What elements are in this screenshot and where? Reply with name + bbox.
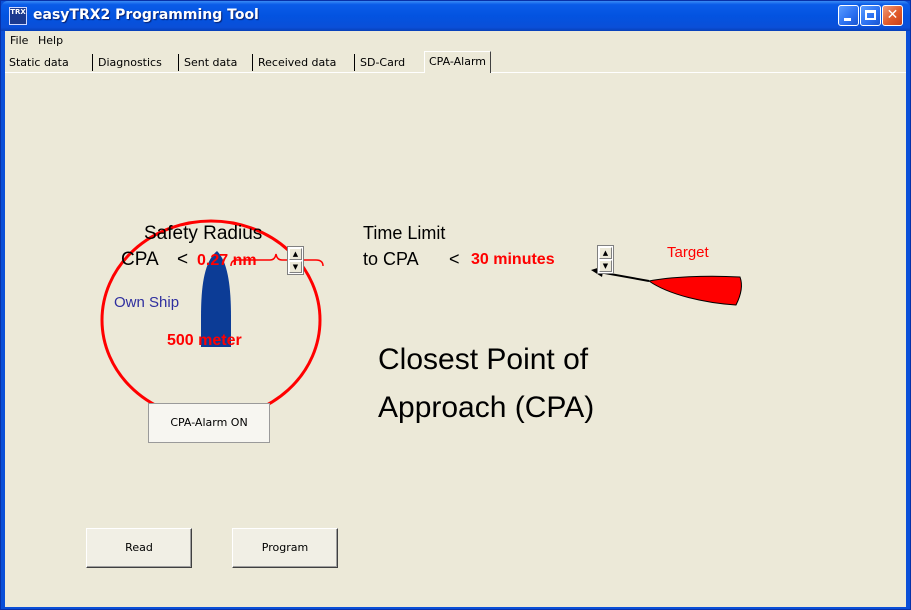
cpa-heading-line2: Approach (CPA) [378, 391, 595, 424]
tab-static-data[interactable]: Static data [5, 54, 73, 72]
to-cpa-prefix: to CPA [363, 249, 419, 269]
tab-separator [178, 54, 179, 71]
safety-radius-title: Safety Radius [144, 223, 263, 244]
tab-separator [252, 54, 253, 71]
app-icon: TRX [9, 7, 27, 25]
tab-cpa-alarm[interactable]: CPA-Alarm [424, 51, 491, 73]
time-less-than: < [449, 249, 460, 269]
arrow-up-icon[interactable]: ▲ [599, 247, 612, 259]
target-ship-shape [647, 275, 742, 306]
tab-strip: Static data Diagnostics Sent data Receiv… [5, 51, 906, 73]
read-button[interactable]: Read [86, 528, 192, 568]
title-bar[interactable]: TRX easyTRX2 Programming Tool ✕ [1, 1, 910, 31]
tab-sd-card[interactable]: SD-Card [356, 54, 409, 72]
cpa-value: 0.27 nm [197, 252, 257, 269]
meters-value: 500 meter [167, 332, 242, 349]
tab-separator [354, 54, 355, 71]
cpa-prefix-label: CPA [121, 249, 159, 270]
minimize-icon [844, 18, 851, 21]
cpa-spinner[interactable]: ▲ ▼ [287, 246, 304, 275]
cpa-alarm-on-button[interactable]: CPA-Alarm ON [148, 403, 270, 443]
arrow-up-icon[interactable]: ▲ [289, 248, 302, 260]
tab-sent-data[interactable]: Sent data [180, 54, 241, 72]
cpa-heading-line1: Closest Point of [378, 343, 589, 376]
minimize-button[interactable] [838, 5, 859, 26]
tab-received-data[interactable]: Received data [254, 54, 340, 72]
time-value: 30 minutes [471, 251, 555, 268]
target-label: Target [667, 244, 709, 261]
tab-separator [92, 54, 93, 71]
own-ship-label: Own Ship [114, 294, 180, 311]
tab-diagnostics[interactable]: Diagnostics [94, 54, 166, 72]
close-button[interactable]: ✕ [882, 5, 903, 26]
maximize-icon [865, 10, 876, 20]
window-client-area: File Help Static data Diagnostics Sent d… [5, 31, 906, 607]
arrow-down-icon[interactable]: ▼ [289, 261, 302, 273]
cpa-less-than: < [177, 249, 189, 270]
maximize-button[interactable] [860, 5, 881, 26]
menu-file[interactable]: File [10, 34, 28, 47]
cpa-diagram [100, 219, 742, 421]
time-spinner[interactable]: ▲ ▼ [597, 245, 614, 274]
time-limit-title: Time Limit [363, 223, 446, 243]
cpa-alarm-panel: Safety Radius CPA < 0.27 nm ▲ ▼ Own Ship… [5, 73, 906, 607]
window-title: easyTRX2 Programming Tool [33, 7, 259, 23]
program-button[interactable]: Program [232, 528, 338, 568]
menu-help[interactable]: Help [38, 34, 63, 47]
arrow-down-icon[interactable]: ▼ [599, 260, 612, 272]
close-icon: ✕ [886, 7, 899, 23]
app-window: TRX easyTRX2 Programming Tool ✕ File Hel… [0, 0, 911, 610]
menu-bar: File Help [5, 31, 906, 51]
